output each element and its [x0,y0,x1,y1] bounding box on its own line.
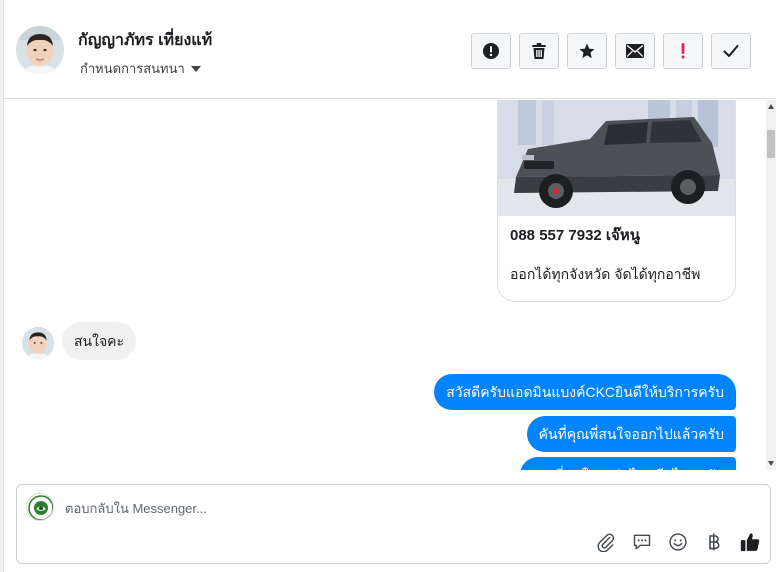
exclamation-icon [681,43,685,59]
contact-avatar[interactable] [16,26,64,74]
ad-card-message[interactable]: 088 557 7932 เจ๊หนู ออกได้ทุกจังหวัด จัด… [497,100,736,302]
saved-replies-button[interactable] [631,531,653,553]
assign-label: กำหนดการสนทนา [80,61,185,76]
mark-done-button[interactable] [711,33,751,69]
star-button[interactable] [567,33,607,69]
caret-down-icon [190,65,201,72]
conversation-header: กัญญาภัทร เที่ยงแท้ กำหนดการสนทนา [4,0,776,99]
message-thread[interactable]: 088 557 7932 เจ๊หนู ออกได้ทุกจังหวัด จัด… [4,100,766,470]
card-subtitle: ออกได้ทุกจังหวัด จัดได้ทุกอาชีพ [510,266,701,282]
composer-tools [595,531,761,553]
check-icon [723,45,739,57]
incoming-message[interactable]: สนใจคะ [62,322,137,360]
assign-conversation-dropdown[interactable]: กำหนดการสนทนา [80,58,201,79]
emoji-icon [669,533,687,551]
scroll-thumb[interactable] [767,130,775,158]
outgoing-message[interactable]: คุณพี่สนใจรถรุ่นไหนอีกไหมครับ [520,457,736,470]
paperclip-icon [597,533,615,552]
message-scrollbar[interactable] [766,100,776,470]
outgoing-message[interactable]: สวัสดีครับแอดมินแบงค์CKCยินดีให้บริการคร… [434,374,736,410]
star-icon [579,43,595,59]
page-logo [26,493,54,521]
scroll-up-arrow-icon[interactable] [768,104,774,109]
emoji-button[interactable] [667,531,689,553]
send-like-button[interactable] [739,531,761,553]
baht-icon [709,533,720,551]
thumbs-up-icon [740,533,760,552]
outgoing-message[interactable]: คันที่คุณพี่สนใจออกไปแล้วครับ [526,416,736,452]
pickup-truck-image [498,100,735,216]
reply-composer [16,484,771,564]
card-title: 088 557 7932 เจ๊หนู [510,227,640,244]
payment-button[interactable] [703,531,725,553]
mark-spam-button[interactable] [471,33,511,69]
reply-input[interactable] [65,497,665,519]
header-actions [471,33,751,69]
scroll-down-arrow-icon[interactable] [768,461,774,466]
follow-up-button[interactable] [663,33,703,69]
envelope-icon [626,44,644,58]
saved-reply-icon [633,534,651,550]
mark-unread-button[interactable] [615,33,655,69]
exclamation-circle-icon [483,43,499,59]
trash-icon [532,43,546,59]
contact-avatar-small [22,327,54,359]
attach-file-button[interactable] [595,531,617,553]
delete-button[interactable] [519,33,559,69]
contact-name[interactable]: กัญญาภัทร เที่ยงแท้ [78,28,212,53]
